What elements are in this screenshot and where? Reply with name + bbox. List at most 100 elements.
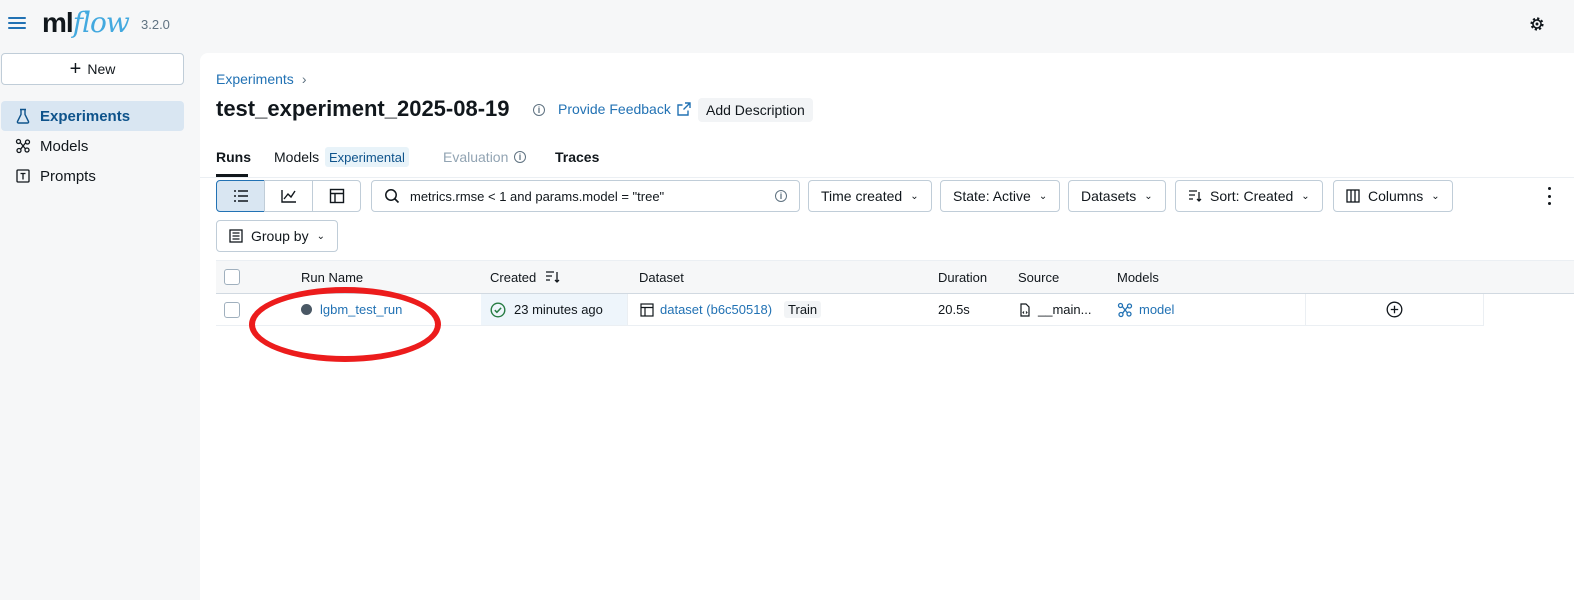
new-button[interactable]: + New (1, 53, 184, 85)
breadcrumb-experiments-link[interactable]: Experiments (216, 71, 294, 87)
dropdown-label: Datasets (1081, 188, 1137, 204)
models-cell: model (1117, 294, 1174, 325)
prompts-icon (16, 169, 30, 183)
table-view-button[interactable] (312, 180, 361, 212)
tab-traces[interactable]: Traces (555, 149, 599, 165)
add-description-button[interactable]: Add Description (698, 98, 813, 122)
column-header-created[interactable]: Created (490, 270, 536, 285)
new-button-label: New (87, 61, 116, 77)
chevron-down-icon: ⌄ (1038, 190, 1048, 202)
chevron-down-icon: ⌄ (316, 230, 325, 242)
list-icon (233, 190, 248, 202)
tab-models[interactable]: Models (274, 149, 319, 165)
dropdown-label: Time created (821, 188, 903, 204)
sidebar-item-prompts[interactable]: Prompts (1, 161, 184, 191)
select-all-checkbox[interactable] (224, 269, 240, 285)
columns-icon (1346, 189, 1360, 203)
table-icon (329, 188, 344, 204)
search-input[interactable] (408, 187, 767, 205)
plus-circle-icon[interactable] (1386, 301, 1403, 318)
column-header-models[interactable]: Models (1117, 270, 1159, 285)
add-column-cell (1386, 294, 1403, 325)
beaker-icon (16, 108, 30, 124)
provide-feedback-link[interactable]: Provide Feedback (558, 101, 691, 117)
column-header-duration[interactable]: Duration (938, 270, 987, 285)
column-header-dataset[interactable]: Dataset (639, 270, 684, 285)
chart-view-button[interactable] (264, 180, 313, 212)
dataset-context-tag: Train (784, 301, 822, 318)
tab-runs[interactable]: Runs (216, 149, 251, 165)
more-options-icon[interactable] (1546, 187, 1552, 205)
page-title: test_experiment_2025-08-19 (216, 96, 510, 121)
info-icon[interactable]: i (514, 151, 526, 163)
sidebar-item-label: Prompts (40, 167, 96, 185)
info-icon[interactable]: i (533, 104, 545, 116)
datasets-dropdown[interactable]: Datasets ⌄ (1068, 180, 1166, 212)
run-name-link[interactable]: lgbm_test_run (320, 302, 402, 317)
tabs-divider (200, 177, 1574, 178)
chevron-down-icon: ⌄ (1431, 190, 1440, 202)
dataset-cell: dataset (b6c50518) Train (640, 294, 822, 325)
sidebar-item-label: Experiments (40, 107, 131, 125)
state-dropdown[interactable]: State: Active ⌄ (940, 180, 1061, 212)
created-value: 23 minutes ago (514, 302, 603, 317)
info-icon[interactable]: i (775, 190, 787, 202)
chevron-down-icon: ⌄ (1144, 190, 1153, 202)
run-color-dot (301, 304, 312, 315)
mlflow-logo[interactable]: mlflow (42, 6, 130, 39)
time-created-dropdown[interactable]: Time created ⌄ (808, 180, 932, 212)
dropdown-label: Columns (1368, 188, 1424, 204)
sidebar-item-experiments[interactable]: Experiments (1, 101, 184, 131)
search-icon (385, 189, 400, 204)
search-box: i (371, 180, 800, 212)
tab-evaluation[interactable]: Evaluation (443, 149, 508, 165)
breadcrumb: Experiments › (216, 71, 306, 87)
dataset-link[interactable]: dataset (b6c50518) (660, 302, 772, 317)
sort-desc-icon[interactable] (545, 270, 561, 284)
group-by-dropdown[interactable]: Group by ⌄ (216, 220, 338, 252)
created-cell: 23 minutes ago (481, 294, 627, 325)
list-view-button[interactable] (216, 180, 265, 212)
breadcrumb-separator: › (301, 71, 307, 87)
sidebar-item-label: Models (40, 137, 89, 155)
chevron-down-icon: ⌄ (910, 190, 919, 202)
column-divider (1305, 294, 1306, 325)
source-cell[interactable]: __main... (1018, 294, 1091, 325)
model-link[interactable]: model (1139, 302, 1174, 317)
row-checkbox[interactable] (224, 301, 240, 318)
dropdown-label: Group by (251, 228, 309, 244)
run-name-cell: lgbm_test_run (301, 294, 402, 325)
sort-dropdown[interactable]: Sort: Created ⌄ (1175, 180, 1323, 212)
group-icon (229, 229, 243, 243)
file-code-icon (1020, 302, 1030, 317)
external-link-icon (677, 102, 691, 116)
dropdown-label: Sort: Created (1210, 188, 1294, 204)
version-label: 3.2.0 (141, 17, 170, 32)
menu-icon[interactable] (8, 14, 26, 32)
sort-icon (1189, 190, 1202, 202)
view-mode-toggle (216, 180, 361, 212)
sidebar-item-models[interactable]: Models (1, 131, 184, 161)
line-chart-icon (280, 190, 296, 203)
models-icon (15, 138, 31, 154)
models-icon (1117, 302, 1133, 317)
table-icon (640, 302, 654, 317)
columns-dropdown[interactable]: Columns ⌄ (1333, 180, 1453, 212)
column-header-source[interactable]: Source (1018, 270, 1059, 285)
check-circle-icon (490, 301, 506, 318)
dropdown-label: State: Active (953, 188, 1031, 204)
table-header: Run Name Created Dataset Duration Source… (216, 260, 1574, 294)
column-divider (1483, 294, 1484, 325)
table-row[interactable]: lgbm_test_run 23 minutes ago dataset (b6… (216, 294, 1484, 326)
main-panel: Experiments › test_experiment_2025-08-19… (200, 53, 1574, 600)
plus-icon: + (69, 58, 82, 80)
experimental-badge: Experimental (325, 147, 409, 167)
column-header-run-name[interactable]: Run Name (301, 270, 363, 285)
feedback-label: Provide Feedback (558, 101, 671, 117)
source-value: __main... (1038, 302, 1092, 317)
row-checkbox-cell (224, 294, 240, 325)
duration-cell: 20.5s (938, 302, 970, 317)
chevron-down-icon: ⌄ (1301, 190, 1310, 202)
gear-icon[interactable] (1528, 15, 1546, 33)
column-divider (627, 294, 628, 325)
